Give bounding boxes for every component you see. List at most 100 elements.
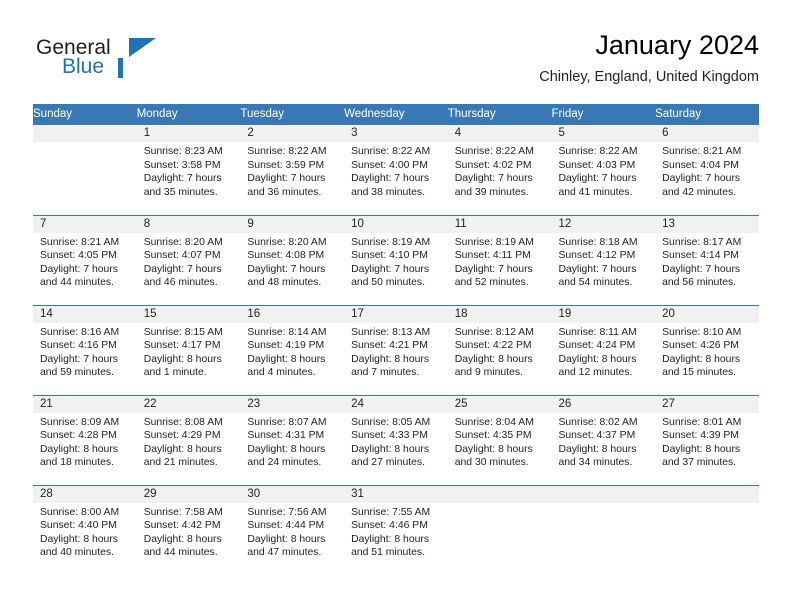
calendar-day-cell[interactable]: 25 Sunrise: 8:04 AM Sunset: 4:35 PM Dayligh… xyxy=(447,394,552,485)
calendar-day-cell[interactable]: 16 Sunrise: 8:14 AM Sunset: 4:19 PM Dayligh… xyxy=(240,304,345,395)
calendar-day-cell[interactable]: 20 Sunrise: 8:10 AM Sunset: 4:26 PM Dayligh… xyxy=(655,304,759,395)
title-block: January 2024 Chinley, England, United Ki… xyxy=(539,28,759,88)
calendar-day-cell[interactable]: 30 Sunrise: 7:56 AM Sunset: 4:44 PM Dayligh… xyxy=(240,484,345,575)
calendar-day-cell[interactable]: 1 Sunrise: 8:23 AM Sunset: 3:58 PM Daylight… xyxy=(136,125,241,215)
general-blue-logo[interactable]: General Blue xyxy=(33,36,233,92)
calendar-day-cell[interactable]: 11 Sunrise: 8:19 AM Sunset: 4:11 PM Dayligh… xyxy=(447,214,552,305)
daylight-duration-line1: Daylight: 8 hours xyxy=(454,353,533,365)
calendar-day-cell[interactable]: 6 Sunrise: 8:21 AM Sunset: 4:04 PM Daylight… xyxy=(655,125,759,215)
calendar-day-cell[interactable]: 22 Sunrise: 8:08 AM Sunset: 4:29 PM Dayligh… xyxy=(136,394,241,485)
logo-bar-icon xyxy=(118,58,123,78)
calendar-day-cell[interactable]: 26 Sunrise: 8:02 AM Sunset: 4:37 PM Dayligh… xyxy=(551,394,656,485)
sunrise-time: Sunrise: 8:21 AM xyxy=(662,146,742,157)
sunrise-time: Sunrise: 8:13 AM xyxy=(351,326,431,338)
calendar-day-cell[interactable]: 14 Sunrise: 8:16 AM Sunset: 4:16 PM Dayligh… xyxy=(33,304,137,395)
calendar-day-cell[interactable]: 9 Sunrise: 8:20 AM Sunset: 4:08 PM Daylight… xyxy=(240,214,345,305)
sunset-time: Sunset: 4:19 PM xyxy=(247,340,325,352)
logo-text-blue: Blue xyxy=(62,55,105,78)
daylight-duration-line2: and 12 minutes. xyxy=(558,367,633,379)
day-cell-inner xyxy=(551,485,656,576)
day-details: Sunrise: 8:08 AM Sunset: 4:29 PM Daylight:… xyxy=(137,413,241,470)
calendar-day-cell[interactable]: 2 Sunrise: 8:22 AM Sunset: 3:59 PM Daylight… xyxy=(240,125,345,215)
sunset-time: Sunset: 3:59 PM xyxy=(247,159,325,171)
calendar-day-cell[interactable]: 7 Sunrise: 8:21 AM Sunset: 4:05 PM Daylight… xyxy=(33,214,137,305)
calendar-day-cell[interactable]: 23 Sunrise: 8:07 AM Sunset: 4:31 PM Dayligh… xyxy=(240,394,345,485)
calendar-day-cell[interactable]: 18 Sunrise: 8:12 AM Sunset: 4:22 PM Dayligh… xyxy=(447,304,552,395)
daylight-duration-line2: and 21 minutes. xyxy=(143,457,218,469)
day-cell-inner: 28 Sunrise: 8:00 AM Sunset: 4:40 PM Dayligh… xyxy=(33,485,137,576)
day-cell-inner: 22 Sunrise: 8:08 AM Sunset: 4:29 PM Dayligh… xyxy=(136,395,241,485)
sunset-time: Sunset: 4:33 PM xyxy=(351,430,428,442)
sunset-time: Sunset: 4:35 PM xyxy=(454,430,532,442)
day-details: Sunrise: 8:21 AM Sunset: 4:05 PM Daylight:… xyxy=(33,233,137,290)
sunset-time: Sunset: 4:42 PM xyxy=(143,520,221,532)
day-details: Sunrise: 8:23 AM Sunset: 3:58 PM Daylight:… xyxy=(137,142,241,199)
daylight-duration-line1: Daylight: 8 hours xyxy=(558,353,637,365)
day-number: 30 xyxy=(240,485,345,503)
daylight-duration-line2: and 4 minutes. xyxy=(247,367,316,379)
day-details: Sunrise: 8:20 AM Sunset: 4:07 PM Daylight:… xyxy=(137,233,241,290)
day-cell-inner: 7 Sunrise: 8:21 AM Sunset: 4:05 PM Daylight… xyxy=(33,215,137,305)
daylight-duration-line1: Daylight: 8 hours xyxy=(662,443,741,455)
daylight-duration-line2: and 52 minutes. xyxy=(454,277,529,289)
calendar-cell-empty xyxy=(551,484,656,576)
calendar-day-cell[interactable]: 8 Sunrise: 8:20 AM Sunset: 4:07 PM Daylight… xyxy=(136,214,241,305)
day-details: Sunrise: 8:00 AM Sunset: 4:40 PM Daylight:… xyxy=(33,503,137,560)
day-number: 12 xyxy=(551,215,656,233)
calendar-day-cell[interactable]: 5 Sunrise: 8:22 AM Sunset: 4:03 PM Daylight… xyxy=(551,125,656,215)
sunrise-time: Sunrise: 8:00 AM xyxy=(40,506,120,518)
sunrise-time: Sunrise: 8:19 AM xyxy=(454,236,534,248)
day-cell-inner: 25 Sunrise: 8:04 AM Sunset: 4:35 PM Dayligh… xyxy=(447,395,552,485)
weekday-header-wednesday: Wednesday xyxy=(344,104,448,125)
daylight-duration-line2: and 50 minutes. xyxy=(351,277,425,289)
sunrise-time: Sunrise: 8:01 AM xyxy=(662,416,742,428)
day-cell-inner: 12 Sunrise: 8:18 AM Sunset: 4:12 PM Dayligh… xyxy=(551,215,656,305)
daylight-duration-line1: Daylight: 8 hours xyxy=(662,353,741,365)
sunrise-time: Sunrise: 7:55 AM xyxy=(351,506,431,518)
day-details: Sunrise: 8:22 AM Sunset: 4:00 PM Daylight:… xyxy=(344,142,448,199)
daylight-duration-line2: and 9 minutes. xyxy=(454,367,523,379)
calendar-day-cell[interactable]: 3 Sunrise: 8:22 AM Sunset: 4:00 PM Daylight… xyxy=(344,125,448,215)
calendar-day-cell[interactable]: 31 Sunrise: 7:55 AM Sunset: 4:46 PM Dayligh… xyxy=(344,484,448,575)
daylight-duration-line1: Daylight: 8 hours xyxy=(247,533,326,545)
day-number: 21 xyxy=(33,395,137,413)
day-details: Sunrise: 8:22 AM Sunset: 3:59 PM Daylight:… xyxy=(240,142,344,199)
calendar-day-cell[interactable]: 4 Sunrise: 8:22 AM Sunset: 4:02 PM Daylight… xyxy=(447,125,552,215)
day-number: 23 xyxy=(240,395,345,413)
calendar-day-cell[interactable]: 13 Sunrise: 8:17 AM Sunset: 4:14 PM Dayligh… xyxy=(655,214,759,305)
calendar-day-cell[interactable]: 29 Sunrise: 7:58 AM Sunset: 4:42 PM Dayligh… xyxy=(136,484,241,575)
daylight-duration-line1: Daylight: 7 hours xyxy=(247,173,326,185)
calendar-page: General Blue January 2024 Chinley, Engla… xyxy=(0,0,792,612)
day-number: 14 xyxy=(33,305,137,323)
calendar-day-cell[interactable]: 24 Sunrise: 8:05 AM Sunset: 4:33 PM Dayligh… xyxy=(344,394,448,485)
day-number: 27 xyxy=(655,395,759,413)
calendar-day-cell[interactable]: 10 Sunrise: 8:19 AM Sunset: 4:10 PM Dayligh… xyxy=(344,214,448,305)
calendar-day-cell[interactable]: 28 Sunrise: 8:00 AM Sunset: 4:40 PM Dayligh… xyxy=(33,484,137,576)
sunset-time: Sunset: 4:03 PM xyxy=(558,159,636,171)
calendar-day-cell[interactable]: 17 Sunrise: 8:13 AM Sunset: 4:21 PM Dayligh… xyxy=(344,304,448,395)
sunset-time: Sunset: 4:12 PM xyxy=(558,250,636,262)
sunrise-time: Sunrise: 8:22 AM xyxy=(558,146,638,157)
calendar-week-row: 21 Sunrise: 8:09 AM Sunset: 4:28 PM Dayligh… xyxy=(33,394,759,485)
day-cell-inner xyxy=(33,125,137,215)
calendar-week-row: 7 Sunrise: 8:21 AM Sunset: 4:05 PM Daylight… xyxy=(33,214,759,305)
day-details: Sunrise: 8:22 AM Sunset: 4:02 PM Daylight:… xyxy=(448,142,552,199)
daylight-duration-line2: and 37 minutes. xyxy=(662,457,737,469)
daylight-duration-line2: and 44 minutes. xyxy=(143,547,218,559)
sunset-time: Sunset: 4:05 PM xyxy=(40,250,117,262)
calendar-day-cell[interactable]: 12 Sunrise: 8:18 AM Sunset: 4:12 PM Dayligh… xyxy=(551,214,656,305)
sunrise-time: Sunrise: 8:22 AM xyxy=(454,146,534,157)
sunset-time: Sunset: 4:14 PM xyxy=(662,250,739,262)
calendar-day-cell[interactable]: 15 Sunrise: 8:15 AM Sunset: 4:17 PM Dayligh… xyxy=(136,304,241,395)
calendar-day-cell[interactable]: 19 Sunrise: 8:11 AM Sunset: 4:24 PM Dayligh… xyxy=(551,304,656,395)
sunset-time: Sunset: 4:22 PM xyxy=(454,340,532,352)
day-number: 3 xyxy=(344,125,448,142)
sunset-time: Sunset: 4:46 PM xyxy=(351,520,428,532)
daylight-duration-line1: Daylight: 8 hours xyxy=(143,353,222,365)
day-details: Sunrise: 8:19 AM Sunset: 4:11 PM Daylight:… xyxy=(448,233,552,290)
calendar-day-cell[interactable]: 27 Sunrise: 8:01 AM Sunset: 4:39 PM Dayligh… xyxy=(655,394,759,485)
weekday-header-thursday: Thursday xyxy=(447,104,552,125)
sunset-time: Sunset: 4:16 PM xyxy=(40,340,117,352)
day-number: 6 xyxy=(655,125,759,142)
calendar-day-cell[interactable]: 21 Sunrise: 8:09 AM Sunset: 4:28 PM Dayligh… xyxy=(33,394,137,485)
